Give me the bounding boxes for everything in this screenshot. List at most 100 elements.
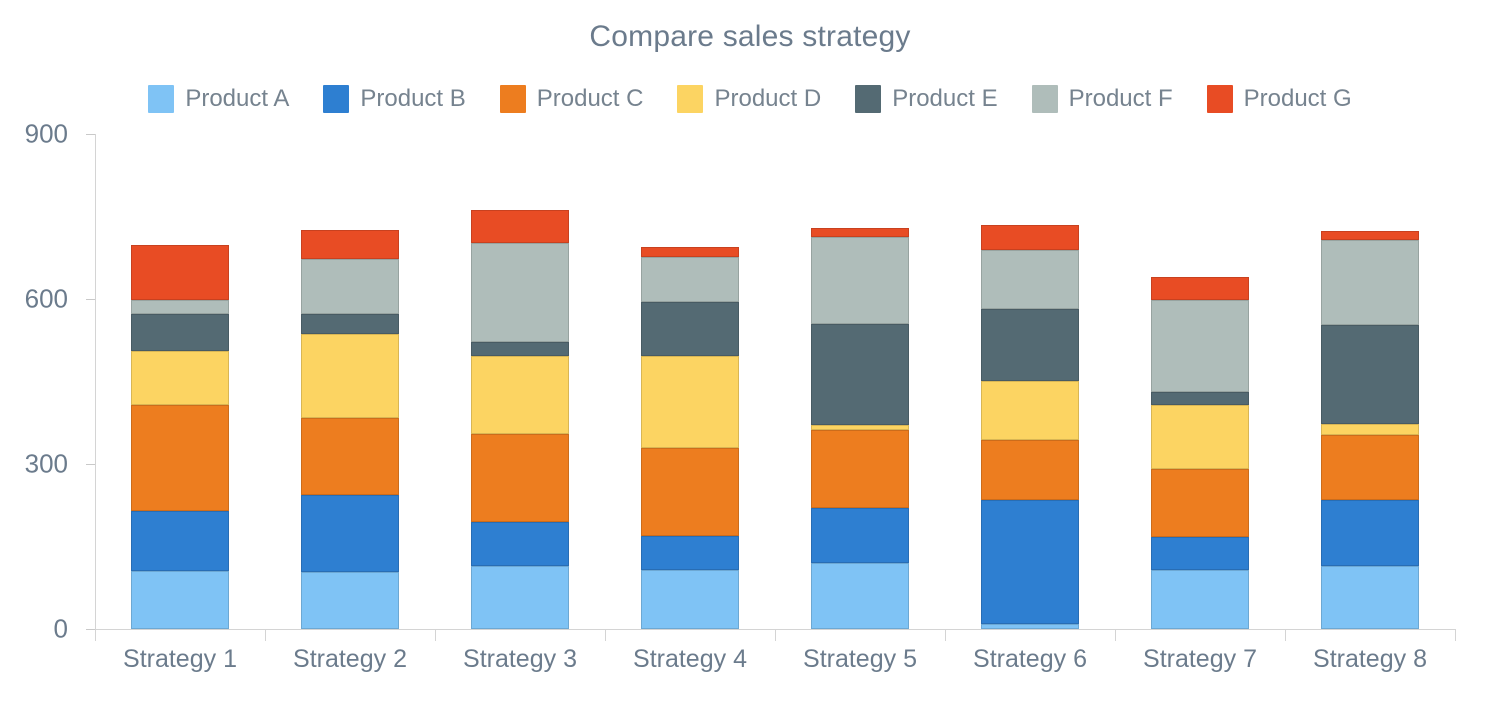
x-tick-mark [605,629,606,641]
bar-segment[interactable] [641,570,739,629]
bar-segment[interactable] [131,299,229,315]
legend-item-product-c[interactable]: Product C [499,85,644,113]
bar-segment[interactable] [131,314,229,352]
bar-segment[interactable] [471,355,569,434]
bar-segment[interactable] [811,508,909,563]
bar-segment[interactable] [981,250,1079,309]
bar-segment[interactable] [641,247,739,258]
bar-segment[interactable] [811,563,909,629]
chart-legend: Product A Product B Product C Product D Prod… [0,85,1500,113]
legend-item-product-a[interactable]: Product A [148,85,289,113]
x-tick-mark [775,629,776,641]
bar-segment[interactable] [1321,565,1419,629]
bar-segment[interactable] [811,228,909,237]
bar-segment[interactable] [471,521,569,566]
bar-stack[interactable] [301,134,399,629]
bar-segment[interactable] [811,424,909,430]
bar-segment[interactable] [301,314,399,334]
bar-segment[interactable] [301,333,399,418]
legend-item-product-e[interactable]: Product E [855,85,998,113]
legend-swatch-icon [323,85,350,113]
bar-segment[interactable] [1321,324,1419,424]
y-tick-label: 600 [24,283,68,314]
legend-label: Product F [1068,85,1173,112]
bar-segment[interactable] [301,494,399,572]
plot-area [95,134,1455,629]
legend-label: Product A [185,85,290,112]
legend-item-product-d[interactable]: Product D [677,85,821,113]
bar-segment[interactable] [471,565,569,629]
legend-swatch-icon [677,85,704,113]
bar-segment[interactable] [1321,423,1419,435]
bar-segment[interactable] [131,351,229,406]
bar-stack[interactable] [1321,134,1419,629]
stacked-bar-chart: Compare sales strategy Product A Product … [0,0,1500,724]
bar-segment[interactable] [301,259,399,315]
bar-segment[interactable] [1321,434,1419,500]
bar-segment[interactable] [811,236,909,324]
legend-item-product-b[interactable]: Product B [323,85,466,113]
bar-segment[interactable] [1321,499,1419,566]
bar-segment[interactable] [1151,468,1249,538]
x-tick-label: Strategy 6 [973,645,1087,673]
bar-segment[interactable] [1321,230,1419,240]
bar-stack[interactable] [981,134,1079,629]
bar-segment[interactable] [131,244,229,300]
bar-segment[interactable] [641,536,739,571]
y-tick-mark [86,629,95,630]
bar-segment[interactable] [301,417,399,495]
bar-segment[interactable] [1151,570,1249,629]
bar-segment[interactable] [981,499,1079,624]
bar-segment[interactable] [131,571,229,629]
bar-segment[interactable] [471,209,569,243]
bar-stack[interactable] [641,134,739,629]
bar-segment[interactable] [1151,391,1249,406]
y-tick-mark [86,464,95,465]
bar-stack[interactable] [131,134,229,629]
bar-segment[interactable] [131,511,229,572]
bar-segment[interactable] [131,405,229,512]
bar-segment[interactable] [1151,277,1249,301]
legend-item-product-g[interactable]: Product G [1206,85,1352,113]
bar-segment[interactable] [301,571,399,629]
bar-stack[interactable] [1151,134,1249,629]
y-tick-mark [86,299,95,300]
bar-segment[interactable] [1151,405,1249,469]
legend-swatch-icon [499,85,526,113]
x-tick-label: Strategy 4 [633,645,747,673]
bar-segment[interactable] [981,439,1079,500]
bar-segment[interactable] [981,225,1079,251]
y-tick-label: 300 [24,448,68,479]
bar-segment[interactable] [1321,239,1419,325]
bar-segment[interactable] [641,257,739,303]
bar-segment[interactable] [811,429,909,508]
bar-segment[interactable] [471,242,569,342]
bar-segment[interactable] [811,323,909,425]
bar-segment[interactable] [981,308,1079,381]
bar-segment[interactable] [981,380,1079,440]
x-tick-mark [265,629,266,641]
bar-segment[interactable] [1151,537,1249,571]
y-tick-label: 0 [53,613,68,644]
x-tick-mark [945,629,946,641]
x-tick-label: Strategy 8 [1313,645,1427,673]
bar-segment[interactable] [641,448,739,537]
y-tick-mark [86,134,95,135]
x-tick-label: Strategy 7 [1143,645,1257,673]
legend-item-product-f[interactable]: Product F [1031,85,1173,113]
bar-segment[interactable] [641,356,739,449]
x-tick-mark [1455,629,1456,641]
bar-segment[interactable] [471,433,569,522]
bar-stack[interactable] [471,134,569,629]
legend-label: Product C [536,85,644,112]
bar-segment[interactable] [301,230,399,260]
bar-segment[interactable] [981,623,1079,629]
x-tick-label: Strategy 1 [123,645,237,673]
x-tick-label: Strategy 5 [803,645,917,673]
bar-segment[interactable] [1151,300,1249,392]
bar-stack[interactable] [811,134,909,629]
x-tick-mark [1115,629,1116,641]
bar-segment[interactable] [471,341,569,356]
bar-segment[interactable] [641,302,739,357]
legend-label: Product G [1243,85,1352,112]
